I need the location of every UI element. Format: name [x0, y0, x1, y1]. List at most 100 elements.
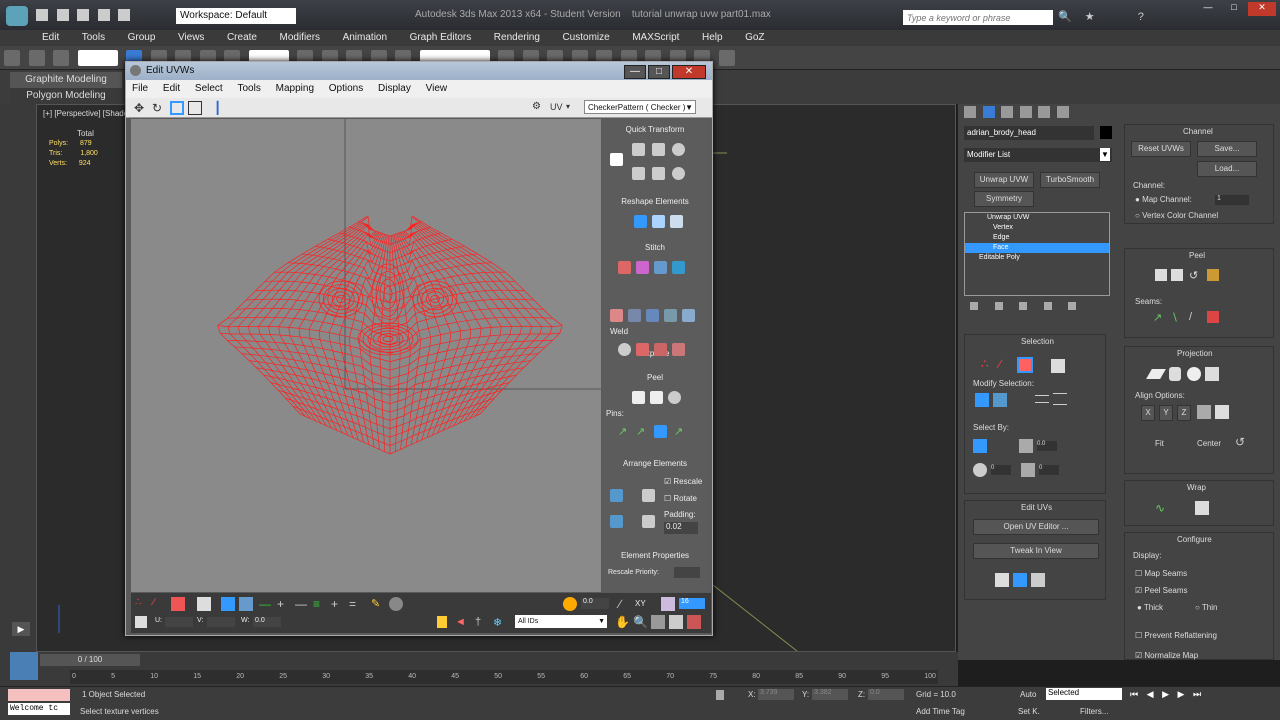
menu-help[interactable]: Help	[692, 30, 733, 46]
menu-customize[interactable]: Customize	[552, 30, 619, 46]
grow-icon[interactable]	[221, 597, 235, 611]
detach-icon[interactable]	[628, 309, 641, 322]
edge-sel-icon[interactable]: ∕	[153, 597, 167, 611]
loop-icon[interactable]	[1035, 395, 1049, 403]
unpin-icon[interactable]: ↗	[636, 425, 649, 438]
shrink-icon[interactable]	[239, 597, 253, 611]
tweak-icon-1[interactable]	[995, 573, 1009, 587]
menu-graph-editors[interactable]: Graph Editors	[400, 30, 482, 46]
reset-peel-uv-icon[interactable]	[668, 391, 681, 404]
best-align-icon[interactable]	[1197, 405, 1211, 419]
space-horizontal-icon[interactable]	[632, 167, 645, 180]
peel-title[interactable]: Peel	[1189, 251, 1205, 260]
turbosmooth-button[interactable]: TurboSmooth	[1040, 172, 1100, 188]
search-input[interactable]	[903, 10, 1053, 25]
menu-rendering[interactable]: Rendering	[484, 30, 550, 46]
z-coordinate[interactable]: 0.0	[868, 689, 904, 700]
app-logo-icon[interactable]	[6, 6, 28, 26]
shrink-selection-icon[interactable]	[993, 393, 1007, 407]
thin-radio[interactable]: ○ Thin	[1195, 603, 1217, 612]
zoom-selected-icon[interactable]	[687, 615, 701, 629]
time-slider[interactable]: 0 / 100	[40, 654, 140, 666]
tweak-in-view-button[interactable]: Tweak In View	[973, 543, 1099, 559]
relax-icon[interactable]	[652, 215, 665, 228]
quick-peel-uv-icon[interactable]	[632, 391, 645, 404]
quick-peel-icon[interactable]	[1155, 269, 1167, 281]
uvw-menu-select[interactable]: Select	[189, 80, 229, 98]
align-vertical-icon[interactable]	[652, 143, 665, 156]
map-channel-radio[interactable]: ● Map Channel:	[1135, 195, 1192, 204]
padding-spinner[interactable]: 0.02	[664, 522, 698, 534]
uvw-menu-mapping[interactable]: Mapping	[270, 80, 320, 98]
break-icon[interactable]	[610, 309, 623, 322]
play-icon[interactable]: ▶	[12, 622, 30, 636]
falloff-type-icon[interactable]: ∕	[619, 597, 633, 611]
move-uv-icon[interactable]: ✥	[134, 101, 148, 115]
arrange-elements-title[interactable]: Arrange Elements	[604, 457, 706, 471]
weld-title[interactable]: Weld	[604, 325, 634, 339]
filters-button[interactable]: Filters...	[1080, 707, 1108, 716]
next-frame-icon[interactable]: ▶	[1178, 689, 1185, 699]
stack-item-editable-poly[interactable]: Editable Poly	[965, 253, 1109, 263]
zoom-extents-icon[interactable]	[669, 615, 683, 629]
element-properties-title[interactable]: Element Properties	[604, 549, 706, 563]
quick-transform-title[interactable]: Quick Transform	[604, 123, 706, 137]
stitch-average-icon[interactable]	[672, 261, 685, 274]
projection-title[interactable]: Projection	[1177, 349, 1213, 358]
track-bar[interactable]: 0 5 10 15 20 25 30 35 40 45 50 55 60 65 70 75 80 85 90 95 10…	[70, 670, 938, 684]
scale-uv-icon[interactable]	[170, 101, 184, 115]
new-icon[interactable]	[36, 9, 48, 21]
vertex-mode-icon[interactable]: ∴	[981, 357, 995, 371]
mirror-uv-icon[interactable]: ┃	[214, 101, 228, 115]
lock-selected-icon[interactable]	[563, 597, 577, 611]
element-sel-icon[interactable]	[197, 597, 211, 611]
align-x-button[interactable]: X	[1141, 405, 1155, 421]
texture-pattern-dropdown[interactable]: CheckerPattern ( Checker ) ▼	[584, 100, 696, 114]
rescale-priority-spinner[interactable]	[674, 567, 700, 578]
lock-icon[interactable]	[437, 616, 447, 628]
show-end-result-icon[interactable]	[994, 302, 1003, 310]
x-coordinate[interactable]: 3.739	[758, 689, 794, 700]
shrink-ring-icon[interactable]: =	[349, 597, 363, 611]
spherical-map-icon[interactable]	[1187, 367, 1201, 381]
face-mode-icon[interactable]	[1017, 357, 1033, 373]
menu-create[interactable]: Create	[217, 30, 267, 46]
maxscript-mini-listener[interactable]	[8, 689, 70, 701]
open-uv-editor-button[interactable]: Open UV Editor ...	[973, 519, 1099, 535]
menu-views[interactable]: Views	[168, 30, 215, 46]
open-icon[interactable]	[56, 9, 69, 21]
align-z-button[interactable]: Z	[1177, 405, 1191, 421]
select-filter-dropdown[interactable]	[77, 50, 118, 66]
uvw-menu-tools[interactable]: Tools	[232, 80, 267, 98]
ring-uv-icon[interactable]: ≡	[313, 597, 327, 611]
modifier-list-dropdown[interactable]: Modifier List ▼	[964, 148, 1112, 162]
object-color-swatch[interactable]	[1100, 126, 1112, 139]
reset-peel-icon[interactable]: ↺	[1189, 269, 1201, 282]
set-pivot-icon[interactable]	[610, 153, 623, 166]
menu-maxscript[interactable]: MAXScript	[622, 30, 689, 46]
uvw-menu-edit[interactable]: Edit	[157, 80, 186, 98]
peel-title[interactable]: Peel	[604, 371, 706, 385]
link-icon[interactable]	[4, 50, 20, 66]
mat-id-spinner[interactable]: 0	[1039, 465, 1059, 475]
remove-modifier-icon[interactable]	[1043, 302, 1052, 310]
unwrap-uvw-button[interactable]: Unwrap UVW	[974, 172, 1034, 188]
zoom-icon[interactable]: 🔍	[633, 615, 648, 629]
prevent-reflattening-checkbox[interactable]: ☐ Prevent Reflattening	[1135, 631, 1217, 640]
relax-options-icon[interactable]	[670, 215, 683, 228]
auto-pin-icon[interactable]	[654, 425, 667, 438]
stack-item-unwrap[interactable]: Unwrap UVW	[965, 213, 1109, 223]
unfold-map-icon[interactable]	[1195, 501, 1209, 515]
edit-uvs-title[interactable]: Edit UVs	[1021, 503, 1052, 512]
selection-title[interactable]: Selection	[1021, 337, 1054, 346]
rescale-checkbox[interactable]: ☑ Rescale	[664, 477, 702, 486]
space-vertical-icon[interactable]	[652, 167, 665, 180]
menu-tools[interactable]: Tools	[72, 30, 115, 46]
select-pins-icon[interactable]: ↗	[674, 425, 687, 438]
stitch-title[interactable]: Stitch	[604, 241, 706, 255]
add-time-tag[interactable]: Add Time Tag	[916, 707, 965, 716]
expand-loop-icon[interactable]: +	[277, 597, 291, 611]
uv-axis-label[interactable]: UV	[550, 102, 563, 112]
planar-angle-spinner[interactable]: 0.0	[1037, 441, 1057, 451]
seams-to-sel-icon[interactable]	[1207, 311, 1219, 323]
